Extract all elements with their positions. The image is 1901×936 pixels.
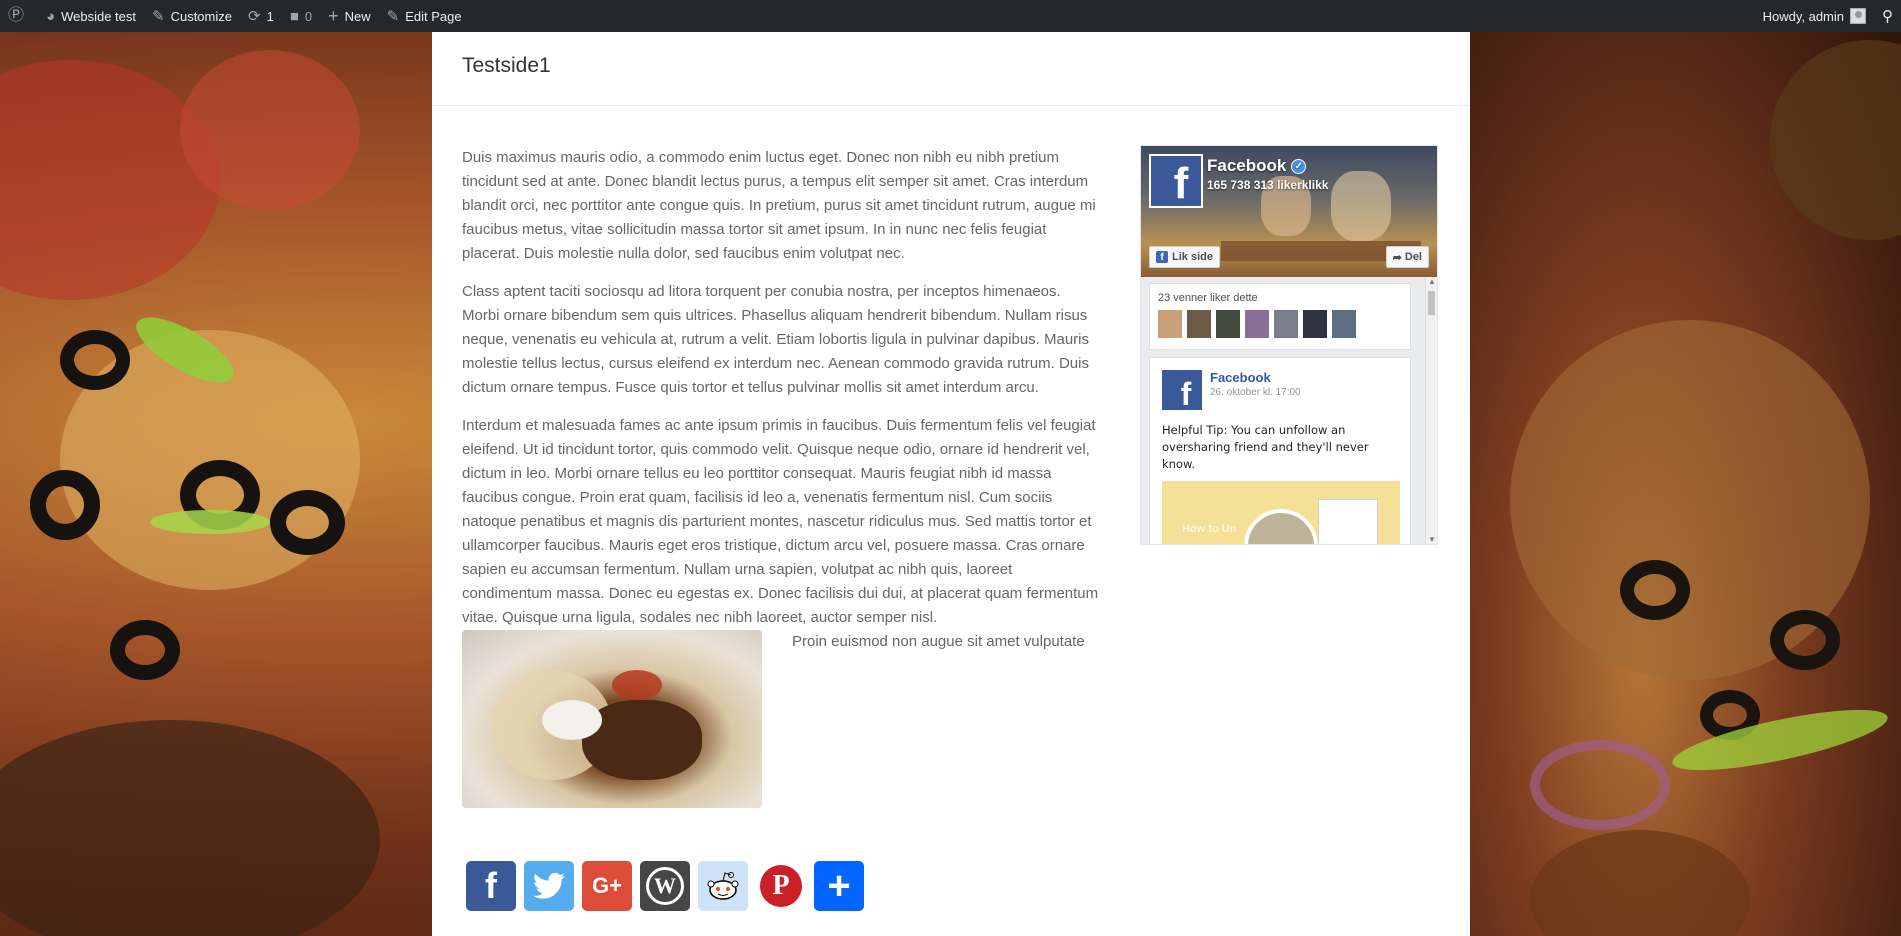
googleplus-icon: G+ bbox=[592, 873, 622, 898]
scrollbar-thumb[interactable] bbox=[1428, 291, 1435, 315]
facebook-icon: f bbox=[485, 865, 497, 906]
share-more-button[interactable]: + bbox=[814, 861, 864, 911]
howdy-label: Howdy, admin bbox=[1762, 8, 1844, 24]
share-facebook-button[interactable]: f bbox=[466, 861, 516, 911]
site-name-label: Webside test bbox=[61, 8, 136, 24]
friend-avatar[interactable] bbox=[1303, 310, 1327, 338]
facebook-feed[interactable]: 23 venner liker dette f Facebook 26. okt… bbox=[1141, 277, 1437, 544]
new-label: New bbox=[344, 8, 371, 24]
edit-page-label: Edit Page bbox=[405, 8, 462, 24]
scroll-up-icon[interactable]: ▲ bbox=[1428, 277, 1436, 286]
plus-icon: + bbox=[827, 863, 851, 908]
friend-avatar[interactable] bbox=[1187, 310, 1211, 338]
customize-label: Customize bbox=[170, 8, 232, 24]
customize-link[interactable]: ✎ Customize bbox=[144, 0, 240, 32]
facebook-cover[interactable]: f Facebook ✓ 165 738 313 likerklikk f Li… bbox=[1141, 146, 1437, 277]
post-text: Helpful Tip: You can unfollow an oversha… bbox=[1162, 423, 1369, 471]
comments-count: 0 bbox=[304, 8, 313, 24]
comment-icon: ■ bbox=[289, 7, 299, 25]
friends-like-text: 23 venner liker dette bbox=[1158, 292, 1258, 304]
share-arrow-icon: ➦ bbox=[1392, 251, 1402, 264]
paragraph-1: Duis maximus mauris odio, a commodo enim… bbox=[462, 149, 1096, 262]
share-page-label: Del bbox=[1404, 251, 1422, 263]
facebook-small-icon: f bbox=[1156, 251, 1168, 263]
post-date[interactable]: 26. oktober kl. 17:00 bbox=[1210, 387, 1301, 398]
facebook-page-name[interactable]: Facebook ✓ bbox=[1207, 156, 1307, 176]
page-title: Testside1 bbox=[462, 54, 551, 77]
facebook-logo-icon[interactable]: f bbox=[1162, 370, 1202, 410]
brush-icon: ✎ bbox=[152, 7, 165, 25]
comments-link[interactable]: ■ 0 bbox=[282, 0, 320, 32]
site-name-menu[interactable]: ◕ Webside test bbox=[38, 0, 144, 32]
food-image bbox=[462, 630, 762, 808]
facebook-scrollbar[interactable]: ▲ ▼ bbox=[1425, 277, 1437, 544]
edit-page-link[interactable]: ✎ Edit Page bbox=[379, 0, 470, 32]
share-page-button[interactable]: ➦ Del bbox=[1385, 246, 1429, 268]
like-page-button[interactable]: f Lik side bbox=[1149, 246, 1220, 268]
friend-avatars bbox=[1158, 310, 1402, 338]
avatar bbox=[1850, 8, 1866, 24]
plus-icon: + bbox=[328, 6, 339, 26]
page-content: Duis maximus mauris odio, a commodo enim… bbox=[462, 146, 1102, 808]
friend-avatar[interactable] bbox=[1216, 310, 1240, 338]
updates-link[interactable]: ⟳ 1 bbox=[240, 0, 282, 32]
wordpress-icon: W bbox=[646, 867, 684, 905]
friend-avatar[interactable] bbox=[1245, 310, 1269, 338]
paragraph-3: Interdum et malesuada fames ac ante ipsu… bbox=[462, 417, 1099, 626]
friend-avatar[interactable] bbox=[1158, 310, 1182, 338]
paragraph-2: Class aptent taciti sociosqu ad litora t… bbox=[462, 283, 1089, 396]
share-twitter-button[interactable] bbox=[524, 861, 574, 911]
friend-avatar[interactable] bbox=[1332, 310, 1356, 338]
wordpress-logo-menu[interactable]: Ⓟ bbox=[0, 0, 38, 32]
video-caption: How to Un bbox=[1182, 523, 1237, 535]
pinterest-icon: P bbox=[760, 865, 802, 907]
updates-count: 1 bbox=[266, 8, 274, 24]
facebook-page-widget: f Facebook ✓ 165 738 313 likerklikk f Li… bbox=[1140, 145, 1438, 545]
share-googleplus-button[interactable]: G+ bbox=[582, 861, 632, 911]
friend-avatar[interactable] bbox=[1274, 310, 1298, 338]
twitter-icon bbox=[533, 872, 565, 899]
share-buttons: f G+ W P + bbox=[466, 861, 864, 911]
dashboard-icon: ◕ bbox=[46, 7, 56, 25]
reddit-icon bbox=[707, 872, 739, 900]
share-pinterest-button[interactable]: P bbox=[756, 861, 806, 911]
share-reddit-button[interactable] bbox=[698, 861, 748, 911]
verified-icon: ✓ bbox=[1291, 158, 1307, 174]
account-menu[interactable]: Howdy, admin bbox=[1755, 0, 1874, 32]
post-video[interactable]: How to Un bbox=[1162, 481, 1400, 544]
page-container: Testside1 Duis maximus mauris odio, a co… bbox=[432, 32, 1470, 936]
facebook-likes-count: 165 738 313 likerklikk bbox=[1207, 178, 1329, 192]
like-page-label: Lik side bbox=[1172, 251, 1213, 263]
admin-bar: Ⓟ ◕ Webside test ✎ Customize ⟳ 1 ■ 0 + N… bbox=[0, 0, 1901, 32]
scroll-down-icon[interactable]: ▼ bbox=[1428, 535, 1436, 544]
play-icon[interactable] bbox=[1244, 509, 1318, 544]
new-content-menu[interactable]: + New bbox=[320, 0, 379, 32]
share-wordpress-button[interactable]: W bbox=[640, 861, 690, 911]
image-text-row: Proin euismod non augue sit amet vulputa… bbox=[462, 630, 1102, 808]
search-icon: ⚲ bbox=[1882, 7, 1893, 25]
pencil-icon: ✎ bbox=[386, 7, 400, 25]
facebook-logo-icon[interactable]: f bbox=[1149, 154, 1203, 208]
facebook-page-name-text: Facebook bbox=[1207, 156, 1287, 175]
wordpress-icon: Ⓟ bbox=[8, 7, 25, 24]
search-button[interactable]: ⚲ bbox=[1874, 0, 1901, 32]
friends-like-box: 23 venner liker dette bbox=[1149, 283, 1411, 350]
updates-icon: ⟳ bbox=[248, 7, 261, 25]
facebook-post: f Facebook 26. oktober kl. 17:00 Helpful… bbox=[1149, 357, 1411, 544]
post-author[interactable]: Facebook bbox=[1210, 370, 1301, 385]
inline-paragraph: Proin euismod non augue sit amet vulputa… bbox=[792, 633, 1085, 650]
page-header: Testside1 bbox=[432, 32, 1470, 106]
